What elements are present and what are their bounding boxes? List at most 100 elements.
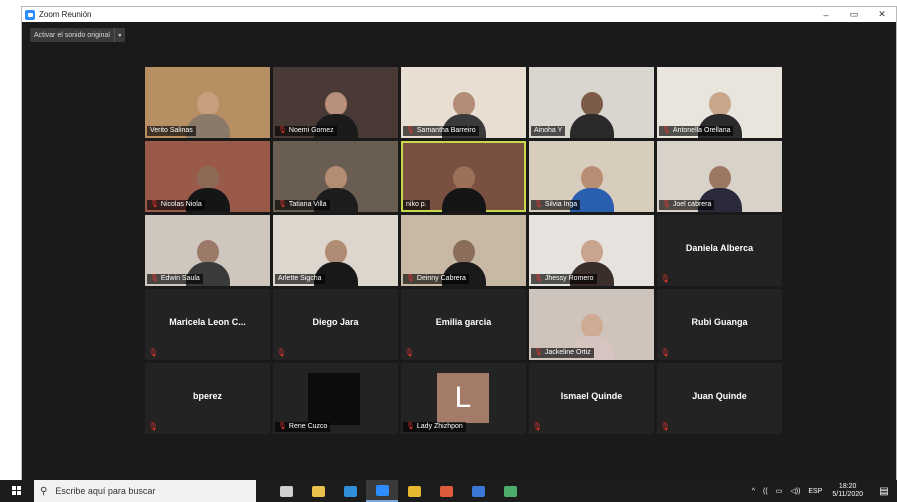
person-head	[196, 240, 219, 264]
battery-icon[interactable]: ▭	[776, 487, 783, 495]
participant-name: Silvia Inga	[544, 201, 578, 208]
close-button[interactable]: ✕	[868, 7, 896, 22]
mic-muted-icon: 🎙	[534, 275, 543, 282]
person-head	[580, 240, 603, 264]
edge-icon	[343, 485, 357, 497]
participant-name-tag: 🎙 Deinny Cabrera	[403, 274, 469, 284]
participant-name: niko p.	[406, 201, 427, 208]
taskbar-search-box[interactable]: ⚲ Escribe aquí para buscar	[34, 480, 256, 502]
participant-name: Ainoha Y	[534, 127, 563, 134]
participant-name: Samantha Barreiro	[416, 127, 476, 134]
chrome-icon	[439, 485, 453, 497]
participant-tile[interactable]: 🎙 Jhessy Romero	[529, 215, 654, 286]
participant-name-tag: 🎙 Samantha Barreiro	[403, 126, 479, 136]
participant-name: Arlette Sigcha	[278, 275, 322, 282]
mic-muted-icon: 🎙	[532, 422, 543, 431]
participant-tile[interactable]: Ismael Quinde 🎙	[529, 363, 654, 434]
participant-tile[interactable]: 🎙 Rene Cuzco	[273, 363, 398, 434]
chrome-taskbar-button[interactable]	[430, 480, 462, 502]
participant-name-tag: 🎙 Silvia Inga	[531, 200, 581, 210]
participant-tile[interactable]: 🎙 Deinny Cabrera	[401, 215, 526, 286]
person-head	[708, 166, 731, 190]
participant-name: Noemi Gomez	[288, 127, 334, 134]
participant-tile[interactable]: Diego Jara 🎙	[273, 289, 398, 360]
mic-muted-icon: 🎙	[148, 422, 159, 431]
system-tray: ^ (( ▭ ◁)) ESP 18:20 5/11/2020 ▤	[744, 480, 897, 502]
language-indicator[interactable]: ESP	[808, 488, 822, 495]
zoom-taskbar-button[interactable]	[366, 480, 398, 502]
person-head	[452, 240, 475, 264]
app-taskbar-button[interactable]	[494, 480, 526, 502]
participant-tile[interactable]: 🎙 Joel cabrera	[657, 141, 782, 212]
participant-name-tag: 🎙 Jhessy Romero	[531, 274, 597, 284]
volume-icon[interactable]: ◁))	[790, 487, 800, 495]
participant-name: Diego Jara	[312, 317, 359, 327]
participant-name-tag: 🎙 Lady Zhizhpon	[403, 422, 466, 432]
edge-taskbar-button[interactable]	[334, 480, 366, 502]
participant-tile[interactable]: 🎙 Antonella Orellana	[657, 67, 782, 138]
participant-tile[interactable]: Rubi Guanga 🎙	[657, 289, 782, 360]
person-head	[708, 92, 731, 116]
participant-tile[interactable]: Ainoha Y	[529, 67, 654, 138]
participant-name-tag: 🎙 Joel cabrera	[659, 200, 715, 210]
participant-name: bperez	[192, 391, 222, 401]
clock-date: 5/11/2020	[832, 491, 863, 498]
participant-tile[interactable]: Maricela Leon C... 🎙	[145, 289, 270, 360]
file-explorer-icon	[407, 485, 421, 497]
participant-tile[interactable]: Emilia garcia 🎙	[401, 289, 526, 360]
minimize-button[interactable]: –	[812, 7, 840, 22]
search-icon: ⚲	[40, 485, 48, 497]
participant-name: Emilia garcia	[435, 317, 492, 327]
mic-muted-icon: 🎙	[278, 423, 287, 430]
mail-taskbar-button[interactable]	[462, 480, 494, 502]
participant-tile[interactable]: Arlette Sigcha	[273, 215, 398, 286]
participant-name-tag: Arlette Sigcha	[275, 274, 325, 284]
notifications-icon[interactable]: ▤	[871, 480, 897, 502]
participant-tile[interactable]: 🎙 Edwin Saula	[145, 215, 270, 286]
mic-muted-icon: 🎙	[662, 201, 671, 208]
app-icon	[503, 485, 517, 497]
maximize-button[interactable]: ▭	[840, 7, 868, 22]
network-icon[interactable]: ((	[763, 488, 768, 495]
original-audio-control[interactable]: Activar el sonido original ▾	[30, 28, 125, 42]
start-button[interactable]	[0, 486, 34, 496]
participant-tile[interactable]: 🎙 Noemi Gomez	[273, 67, 398, 138]
participant-name: Antonella Orellana	[672, 127, 731, 134]
tray-chevron-icon[interactable]: ^	[752, 488, 755, 495]
gallery-grid: Verito Salinas 🎙 Noemi Gomez 🎙 Samantha Barr…	[145, 67, 782, 434]
participant-tile[interactable]: L 🎙 Lady Zhizhpon	[401, 363, 526, 434]
task-view-icon	[279, 485, 293, 497]
participant-tile[interactable]: 🎙 Jackeline Ortiz	[529, 289, 654, 360]
mic-muted-icon: 🎙	[150, 275, 159, 282]
participant-name: Ismael Quinde	[560, 391, 623, 401]
participant-tile[interactable]: 🎙 Nicolas Niola	[145, 141, 270, 212]
store-taskbar-button[interactable]	[302, 480, 334, 502]
participant-name-tag: 🎙 Antonella Orellana	[659, 126, 734, 136]
mail-icon	[471, 485, 485, 497]
mic-muted-icon: 🎙	[660, 274, 671, 283]
participant-tile[interactable]: Daniela Alberca 🎙	[657, 215, 782, 286]
clock[interactable]: 18:20 5/11/2020	[832, 483, 863, 499]
mic-muted-icon: 🎙	[150, 201, 159, 208]
participant-name: Verito Salinas	[150, 127, 193, 134]
person-head	[324, 240, 347, 264]
participant-name: Lady Zhizhpon	[416, 423, 463, 430]
chevron-down-icon[interactable]: ▾	[113, 28, 125, 42]
original-audio-button[interactable]: Activar el sonido original	[30, 32, 114, 39]
windows-logo-icon	[12, 486, 22, 496]
participant-tile[interactable]: Juan Quinde 🎙	[657, 363, 782, 434]
participant-video	[441, 166, 486, 212]
mic-muted-icon: 🎙	[276, 348, 287, 357]
participant-tile[interactable]: 🎙 Silvia Inga	[529, 141, 654, 212]
task-view-taskbar-button[interactable]	[270, 480, 302, 502]
participant-tile[interactable]: 🎙 Samantha Barreiro	[401, 67, 526, 138]
participant-tile[interactable]: 🎙 Tatiana Villa	[273, 141, 398, 212]
person-torso	[569, 114, 614, 138]
participant-name: Edwin Saula	[160, 275, 200, 282]
participant-tile[interactable]: bperez 🎙	[145, 363, 270, 434]
participant-tile[interactable]: niko p.	[401, 141, 526, 212]
mic-muted-icon: 🎙	[660, 422, 671, 431]
participant-tile[interactable]: Verito Salinas	[145, 67, 270, 138]
file-explorer-taskbar-button[interactable]	[398, 480, 430, 502]
participant-name: Tatiana Villa	[288, 201, 327, 208]
